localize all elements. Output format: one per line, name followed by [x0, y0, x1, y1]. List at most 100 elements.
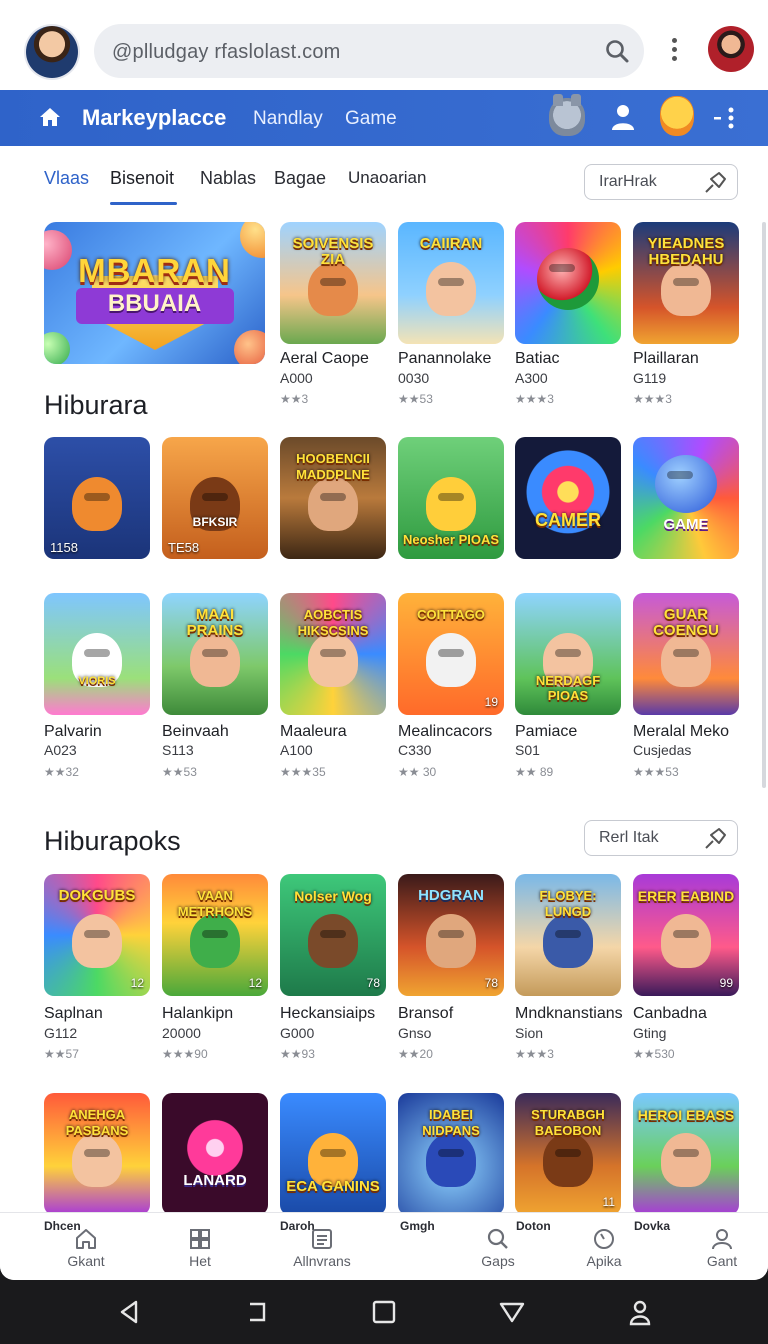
tile-number: 11: [602, 1195, 615, 1209]
game-title[interactable]: Bransof: [398, 1005, 453, 1023]
game-rating: ★★530: [633, 1047, 675, 1061]
tab-bagae[interactable]: Bagae: [274, 168, 326, 189]
game-tile[interactable]: ERER EABIND 99: [633, 874, 739, 996]
cat-mascot-icon[interactable]: [549, 94, 585, 136]
game-title[interactable]: Pamiace: [515, 723, 577, 741]
featured-banner[interactable]: MBARAN BBUAIA: [44, 222, 265, 364]
game-tile[interactable]: LANARD: [162, 1093, 268, 1215]
nav-item-gkant[interactable]: Dhcen Gkant: [36, 1213, 136, 1280]
account-icon[interactable]: [626, 1298, 654, 1326]
game-tile[interactable]: 1158: [44, 437, 150, 559]
game-meta: G000: [280, 1025, 315, 1041]
game-tile[interactable]: BFKSIR TE58: [162, 437, 268, 559]
game-tile[interactable]: HDGRAN 78: [398, 874, 504, 996]
home-square-icon[interactable]: [370, 1298, 398, 1326]
tile-number: 78: [366, 976, 380, 990]
nav-item-gant[interactable]: Dovka Gant: [634, 1213, 768, 1280]
game-title[interactable]: Meralal Meko: [633, 723, 729, 741]
tile-art-text: YIEADNES HBEDAHU: [647, 235, 725, 268]
game-title[interactable]: Plaillaran: [633, 350, 699, 368]
search-icon[interactable]: [604, 38, 630, 64]
game-tile[interactable]: COITTAGO 19: [398, 593, 504, 715]
search-input[interactable]: @plludgay rfaslolast.com: [94, 24, 644, 78]
nav-item-allnvrans[interactable]: Daroh Allnvrans: [272, 1213, 372, 1280]
game-tile[interactable]: STURABGH BAEOBON 11: [515, 1093, 621, 1215]
game-tile[interactable]: IDABEI NIDPANS: [398, 1093, 504, 1215]
tile-number: 12: [130, 976, 144, 990]
game-meta: Gting: [633, 1025, 667, 1041]
game-tile[interactable]: GUAR COENGU: [633, 593, 739, 715]
tile-number: 12: [248, 976, 262, 990]
game-tile[interactable]: HEROI EBASS: [633, 1093, 739, 1215]
profile-avatar[interactable]: [708, 26, 754, 72]
game-meta: G119: [633, 370, 667, 386]
bottom-navigation: Dhcen Gkant Het Daroh Allnvrans Gmgh Gap…: [0, 1212, 768, 1280]
game-tile[interactable]: VIORIS: [44, 593, 150, 715]
scrollbar[interactable]: [762, 222, 766, 788]
game-tile[interactable]: GAME: [633, 437, 739, 559]
recents-bracket-icon[interactable]: [244, 1298, 272, 1326]
game-tile[interactable]: HOOBENCII MADDPLNE: [280, 437, 386, 559]
game-meta: S113: [162, 742, 194, 758]
user-avatar[interactable]: [26, 26, 78, 78]
appbar-link-2[interactable]: Game: [345, 108, 397, 130]
bear-mascot-icon[interactable]: [660, 96, 694, 136]
game-tile[interactable]: CAMER: [515, 437, 621, 559]
app-title[interactable]: Markeyplacce: [82, 105, 226, 131]
game-title[interactable]: Panannolake: [398, 350, 491, 368]
game-tile[interactable]: SOIVENSIS ZIA: [280, 222, 386, 344]
game-title[interactable]: Mealincacors: [398, 723, 492, 741]
game-tile[interactable]: DOKGUBS 12: [44, 874, 150, 996]
game-tile[interactable]: ANEHGA PASBANS: [44, 1093, 150, 1215]
game-tile[interactable]: ECA GANINS: [280, 1093, 386, 1215]
tab-bisenoit[interactable]: Bisenoit: [110, 168, 174, 189]
game-tile[interactable]: FLOBYE: LUNGD: [515, 874, 621, 996]
game-rating: ★★★35: [280, 765, 326, 779]
game-title[interactable]: Canbadna: [633, 1005, 707, 1023]
game-tile[interactable]: [515, 222, 621, 344]
game-tile[interactable]: Nolser Wog 78: [280, 874, 386, 996]
game-rating: ★★★90: [162, 1047, 208, 1061]
tile-art-text: Neosher PIOAS: [402, 532, 500, 547]
game-meta: A100: [280, 742, 313, 758]
character-art: [426, 914, 476, 968]
back-icon[interactable]: [116, 1298, 144, 1326]
tab-unaoarian[interactable]: Unaoarian: [348, 168, 426, 188]
game-title[interactable]: Batiac: [515, 350, 559, 368]
dropdown-triangle-icon[interactable]: [498, 1298, 526, 1326]
game-title[interactable]: Mndknanstians: [515, 1005, 623, 1023]
tab-nablas[interactable]: Nablas: [200, 168, 256, 189]
clock-icon: [594, 1229, 614, 1249]
appbar-link-1[interactable]: Nandlay: [253, 108, 323, 130]
game-tile[interactable]: VAAN METRHONS 12: [162, 874, 268, 996]
more-options-icon[interactable]: [664, 38, 684, 64]
game-tile[interactable]: YIEADNES HBEDAHU: [633, 222, 739, 344]
game-title[interactable]: Palvarin: [44, 723, 102, 741]
nav-label: Gant: [706, 1253, 738, 1269]
character-art: [661, 1133, 711, 1187]
game-tile[interactable]: AOBCTIS HIKSCSINS: [280, 593, 386, 715]
tile-art-text: Nolser Wog: [294, 888, 372, 904]
filter-button-mid[interactable]: Rerl Itak: [584, 820, 738, 856]
game-title[interactable]: Heckansiaips: [280, 1005, 375, 1023]
character-art: [72, 1133, 122, 1187]
game-title[interactable]: Saplnan: [44, 1005, 103, 1023]
filter-button-top[interactable]: IrarHrak: [584, 164, 738, 200]
game-title[interactable]: Beinvaah: [162, 723, 229, 741]
game-tile[interactable]: CAIIRAN: [398, 222, 504, 344]
game-tile[interactable]: Neosher PIOAS: [398, 437, 504, 559]
character-art: [308, 633, 358, 687]
game-tile[interactable]: NERDAGF PIOAS: [515, 593, 621, 715]
person-icon[interactable]: [611, 103, 635, 131]
menu-kebab-icon[interactable]: [712, 106, 738, 130]
home-icon[interactable]: [38, 106, 62, 128]
tile-art-text: GUAR COENGU: [653, 606, 719, 639]
game-tile[interactable]: MAAI PRAINS: [162, 593, 268, 715]
game-title[interactable]: Maaleura: [280, 723, 347, 741]
game-rating: ★★ 30: [398, 765, 437, 779]
nav-item-het[interactable]: Het: [150, 1213, 250, 1280]
game-title[interactable]: Aeral Caope: [280, 350, 369, 368]
game-title[interactable]: Halankipn: [162, 1005, 233, 1023]
tab-vlaas[interactable]: Vlaas: [44, 168, 89, 189]
tile-art-text: MAAI PRAINS: [186, 606, 244, 639]
